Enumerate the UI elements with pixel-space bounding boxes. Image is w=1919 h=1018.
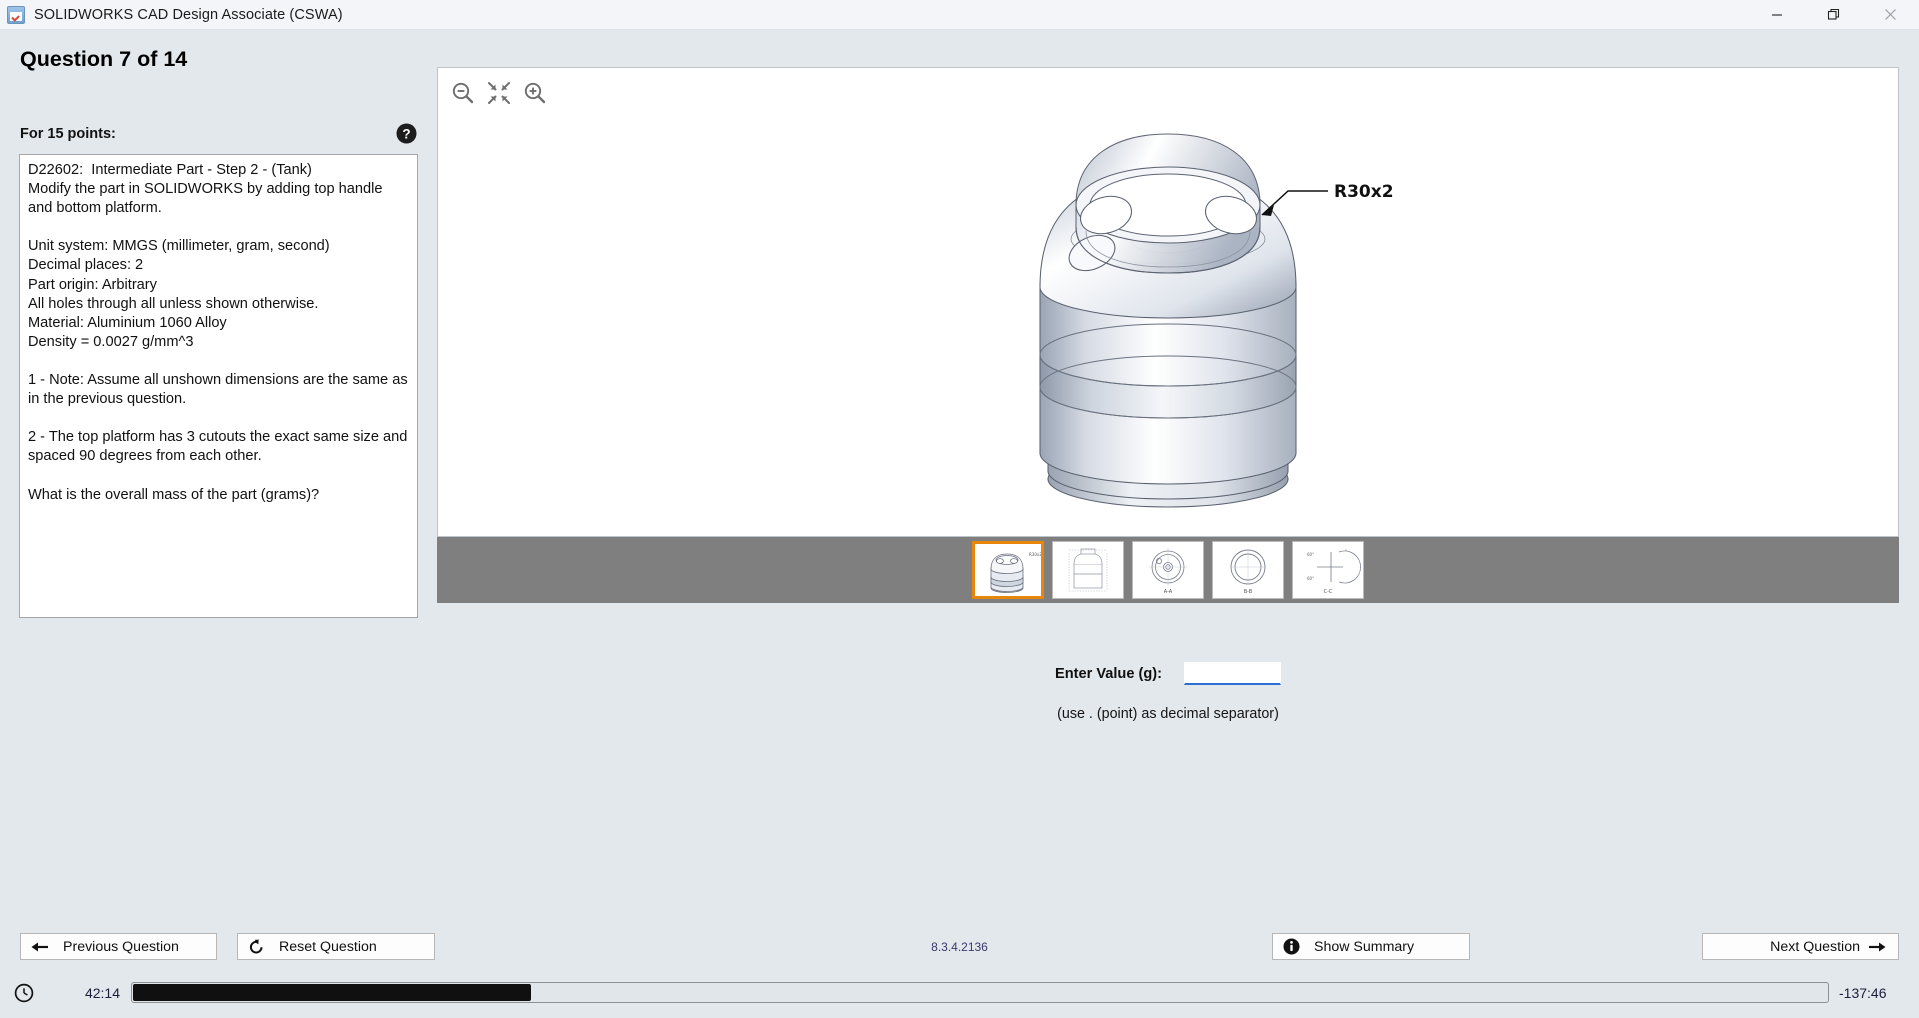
window-title: SOLIDWORKS CAD Design Associate (CSWA) <box>34 7 343 23</box>
minimize-button[interactable] <box>1748 0 1805 29</box>
zoom-in-icon[interactable] <box>518 76 552 110</box>
thumb-front-dimensioned[interactable] <box>1052 541 1124 599</box>
thumb-section-b-b[interactable]: B-B <box>1212 541 1284 599</box>
svg-text:°: ° <box>1345 549 1347 554</box>
answer-label: Enter Value (g): <box>1055 666 1162 682</box>
svg-text:R30x2: R30x2 <box>1029 552 1041 557</box>
title-bar: SOLIDWORKS CAD Design Associate (CSWA) <box>0 0 1919 30</box>
svg-text:?: ? <box>402 126 410 141</box>
question-text: D22602: Intermediate Part - Step 2 - (Ta… <box>20 155 417 505</box>
view-thumbnail-strip: R30x2 <box>437 537 1899 603</box>
next-question-button[interactable]: Next Question <box>1702 933 1899 960</box>
thumb-section-a-a[interactable]: A-A <box>1132 541 1204 599</box>
tank-isometric-view: R30x2 <box>438 68 1898 536</box>
dimension-annotation: R30x2 <box>1334 182 1394 202</box>
remaining-time: -137:46 <box>1839 985 1905 1001</box>
elapsed-time: 42:14 <box>46 985 120 1001</box>
points-row: For 15 points: ? <box>20 123 417 144</box>
show-summary-label: Show Summary <box>1314 939 1414 955</box>
model-viewer-area: R30x2 <box>437 30 1919 623</box>
main-body: Question 7 of 14 For 15 points: ? D22602… <box>0 30 1919 1018</box>
question-panel: Question 7 of 14 For 15 points: ? D22602… <box>0 30 437 1018</box>
exam-progress-fill <box>133 984 531 1001</box>
maximize-restore-button[interactable] <box>1805 0 1862 29</box>
timer-bar: 42:14 -137:46 <box>0 967 1919 1018</box>
points-label: For 15 points: <box>20 126 116 142</box>
model-viewport[interactable]: R30x2 <box>437 67 1899 537</box>
navigation-bar: Previous Question Reset Question 8.3.4.2… <box>0 929 1919 967</box>
svg-text:60°: 60° <box>1307 552 1314 557</box>
svg-text:60°: 60° <box>1307 576 1314 581</box>
close-button[interactable] <box>1862 0 1919 29</box>
thumb-section-c-c[interactable]: 60° 60° ° C-C <box>1292 541 1364 599</box>
svg-text:B-B: B-B <box>1244 589 1253 595</box>
version-label: 8.3.4.2136 <box>0 940 1919 954</box>
info-circle-icon <box>1283 938 1300 955</box>
viewer-toolbar <box>446 76 552 110</box>
exam-window: SOLIDWORKS CAD Design Associate (CSWA) <box>0 0 1919 1018</box>
thumb-isometric[interactable]: R30x2 <box>972 541 1044 599</box>
svg-text:A-A: A-A <box>1164 589 1173 595</box>
decimal-separator-hint: (use . (point) as decimal separator) <box>437 706 1899 722</box>
question-textbox[interactable]: D22602: Intermediate Part - Step 2 - (Ta… <box>19 154 418 618</box>
exam-progress-bar <box>131 982 1829 1003</box>
window-controls <box>1748 0 1919 29</box>
help-circle-icon[interactable]: ? <box>396 123 417 144</box>
svg-text:C-C: C-C <box>1324 589 1333 595</box>
answer-input[interactable] <box>1184 662 1281 685</box>
arrow-right-icon <box>1868 940 1886 954</box>
zoom-to-fit-icon[interactable] <box>482 76 516 110</box>
answer-row: Enter Value (g): <box>437 662 1899 685</box>
clock-icon <box>14 983 34 1003</box>
next-question-label: Next Question <box>1770 939 1860 955</box>
zoom-out-icon[interactable] <box>446 76 480 110</box>
show-summary-button[interactable]: Show Summary <box>1272 933 1470 960</box>
page-title: Question 7 of 14 <box>20 47 187 72</box>
exam-window-icon <box>7 6 25 24</box>
